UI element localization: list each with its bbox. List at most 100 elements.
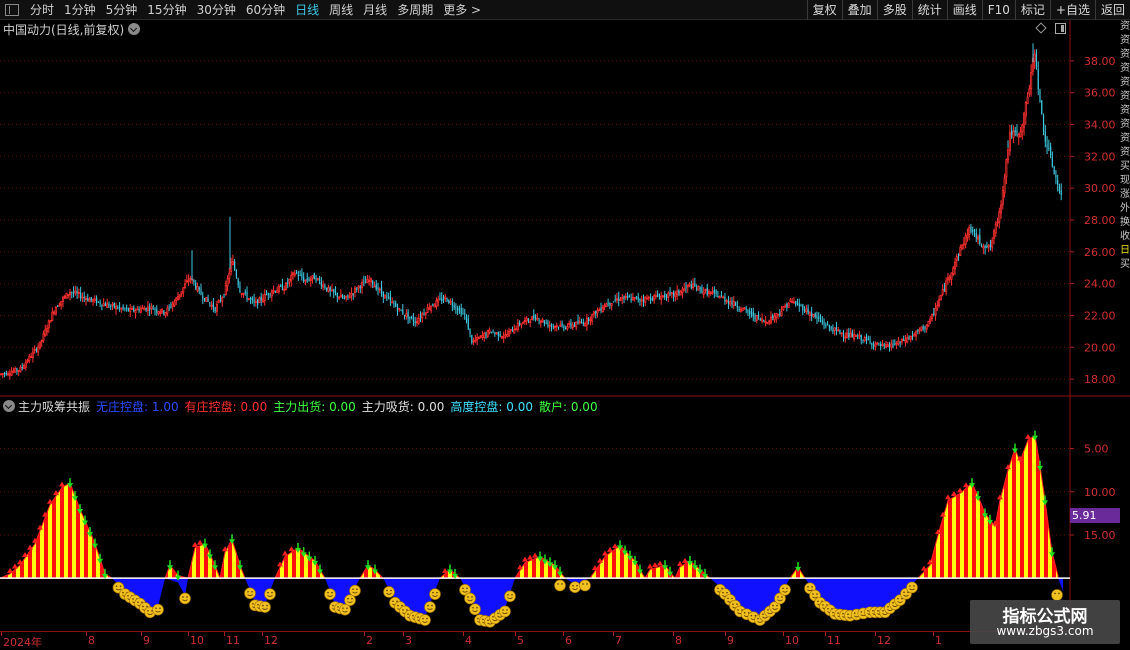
candle-body — [1057, 180, 1059, 185]
chevron-down-icon[interactable] — [128, 23, 141, 35]
candle-body — [359, 286, 361, 288]
candle-body — [986, 245, 988, 248]
candle-body — [71, 292, 73, 294]
candle-body — [502, 336, 505, 339]
candle-body — [591, 314, 594, 322]
date-label: 10 — [785, 634, 799, 647]
candle-body — [915, 331, 918, 337]
candle-body — [16, 368, 18, 371]
panel-toggle-icon[interactable] — [1055, 23, 1066, 34]
candle-body — [938, 299, 941, 306]
candle-body — [171, 303, 174, 307]
candle-body — [950, 272, 953, 280]
date-tick — [224, 632, 225, 636]
smiley-eye — [346, 607, 348, 609]
smiley-face-icon — [499, 605, 511, 618]
candle-body — [388, 297, 390, 299]
candle-body — [708, 291, 711, 294]
smiley-eye — [717, 587, 719, 590]
candle-body — [378, 288, 381, 291]
candle-body — [658, 298, 661, 300]
candle-body — [973, 229, 976, 232]
candle-body — [234, 261, 236, 271]
candle-body — [481, 335, 484, 338]
candle-body — [731, 302, 733, 304]
candle-body — [626, 296, 629, 298]
candle-body — [313, 273, 315, 280]
smiley-eye — [431, 604, 433, 607]
smiley-face-icon — [324, 588, 336, 600]
candle-body — [702, 291, 705, 295]
smiley-face-icon — [349, 584, 361, 597]
candle-body — [30, 356, 33, 359]
smiley-eye — [727, 597, 729, 600]
candle-body — [127, 308, 130, 311]
candle-body — [240, 293, 243, 295]
smiley-eye — [561, 583, 563, 585]
candle-body — [552, 325, 554, 327]
smiley-eye — [811, 586, 813, 588]
candle-body — [395, 302, 397, 307]
legend-controller: 有庄控盘: 0.00 — [185, 398, 268, 415]
candle-body — [223, 295, 225, 297]
smiley-face-icon — [579, 579, 591, 592]
smiley-eye — [817, 600, 819, 603]
smiley-eye — [827, 607, 829, 610]
candle-body — [833, 327, 836, 331]
candle-body — [857, 336, 859, 338]
date-tick — [563, 632, 564, 636]
candle-body — [327, 287, 330, 292]
indicator-axis-label: 15.00 — [1084, 529, 1116, 542]
candle-body — [24, 362, 27, 368]
candle-body — [251, 298, 253, 300]
candle-body — [441, 298, 443, 302]
candle-body — [457, 308, 459, 311]
candle-body — [477, 337, 480, 340]
price-label: 22.00 — [1084, 309, 1116, 322]
candle-body — [1037, 69, 1039, 90]
smiley-eye — [767, 609, 769, 611]
candle-body — [170, 306, 172, 308]
chevron-down-icon[interactable] — [3, 400, 15, 412]
candle-body — [741, 307, 744, 312]
date-label: 1 — [935, 634, 942, 647]
smiley-eye — [466, 587, 468, 590]
candle-body — [869, 341, 871, 343]
candle-body — [860, 335, 862, 341]
candle-body — [1011, 130, 1013, 135]
smiley-eye — [386, 589, 388, 592]
candle-body — [933, 313, 935, 316]
smiley-eye — [477, 617, 479, 620]
candle-body — [925, 324, 928, 330]
candle-body — [920, 326, 923, 331]
smiley-eye — [492, 616, 494, 618]
smiley-eye — [506, 609, 508, 611]
smiley-eye — [412, 614, 414, 617]
price-label: 38.00 — [1084, 55, 1116, 68]
candle-body — [637, 296, 639, 301]
smiley-eye — [872, 609, 874, 612]
candle-body — [382, 291, 384, 298]
indicator-name[interactable]: 主力吸筹共振 — [18, 398, 90, 415]
smiley-eye — [847, 613, 849, 616]
candle-body — [982, 246, 985, 249]
candle-body — [497, 331, 499, 337]
candle-body — [821, 320, 823, 323]
candle-body — [994, 223, 997, 234]
candle-body — [93, 298, 96, 301]
smiley-eye — [186, 596, 188, 598]
candle-body — [384, 294, 387, 299]
smiley-eye — [392, 600, 394, 603]
candle-body — [1055, 174, 1057, 178]
candle-body — [47, 320, 50, 329]
candle-body — [426, 307, 429, 313]
candle-body — [297, 275, 299, 277]
candle-body — [207, 298, 209, 302]
candle-body — [906, 337, 909, 343]
chart-canvas[interactable]: 38.0036.0034.0032.0030.0028.0026.0024.00… — [0, 0, 1130, 650]
candle-body — [633, 297, 636, 300]
candle-body — [228, 272, 231, 279]
candle-body — [299, 275, 301, 277]
candle-body — [417, 318, 420, 324]
date-tick — [1, 632, 2, 636]
